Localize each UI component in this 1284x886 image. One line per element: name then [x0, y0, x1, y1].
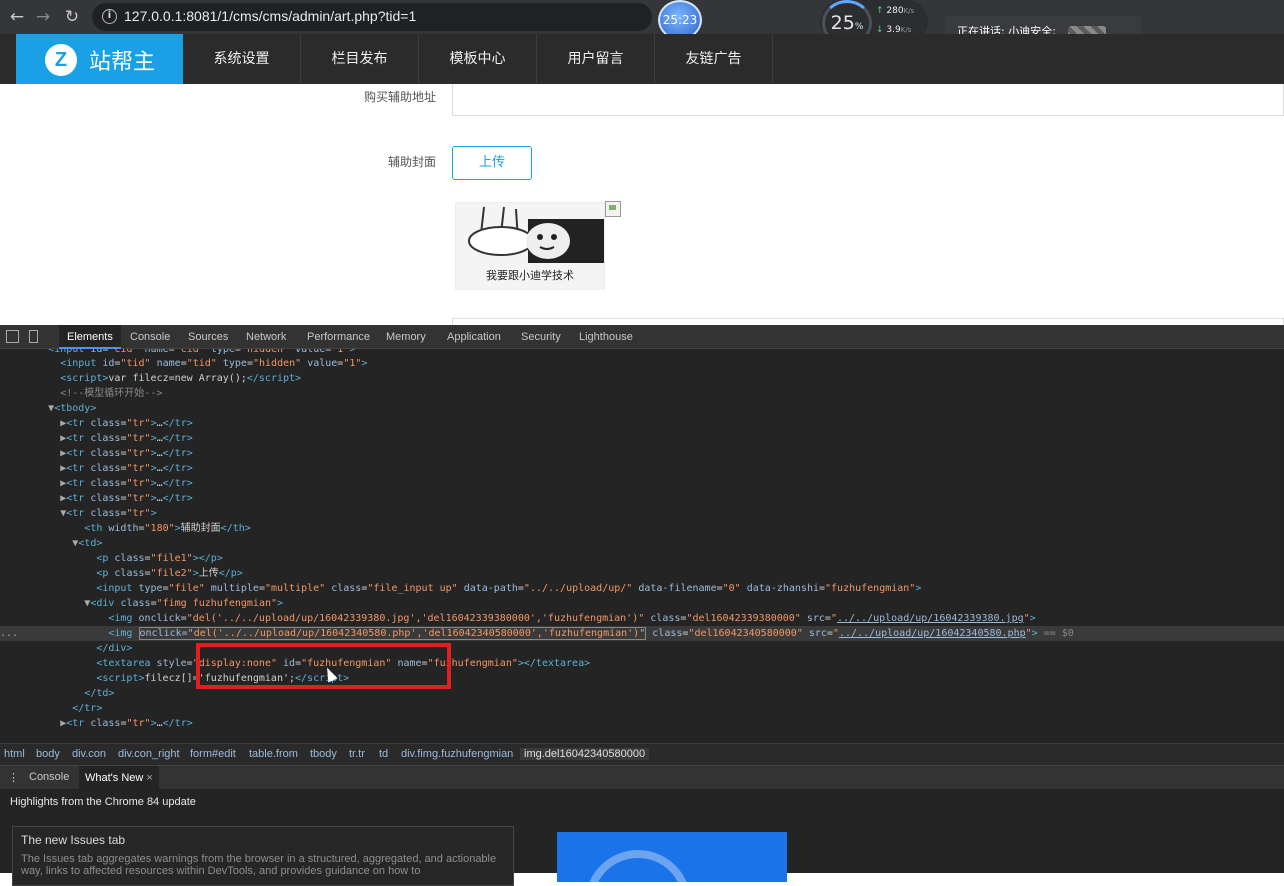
crumb[interactable]: div.fimg.fuzhufengmian	[401, 748, 513, 760]
crumb[interactable]: tbody	[310, 748, 337, 760]
nav-column-publish[interactable]: 栏目发布	[301, 34, 419, 84]
upload-button[interactable]: 上传	[452, 146, 532, 180]
address-bar[interactable]: i 127.0.0.1:8081/1/cms/cms/admin/art.php…	[92, 3, 652, 31]
nav-template-center[interactable]: 模板中心	[419, 34, 537, 84]
dom-line[interactable]: <th width="180">辅助封面</th>	[0, 521, 1284, 536]
devtools-tabbar: Elements Console Sources Network Perform…	[0, 325, 1284, 349]
tab-security[interactable]: Security	[521, 325, 561, 349]
dom-line[interactable]: <script>filecz[]='fuzhufengmian';</scrip…	[0, 671, 1284, 686]
tab-performance[interactable]: Performance	[307, 325, 370, 349]
tab-elements[interactable]: Elements	[59, 325, 121, 349]
crumb[interactable]: form#edit	[190, 748, 236, 760]
dom-line[interactable]: ▶<tr class="tr">…</tr>	[0, 416, 1284, 431]
next-field-input[interactable]	[452, 318, 1284, 325]
tab-memory[interactable]: Memory	[386, 325, 426, 349]
dom-line[interactable]: ▼<div class="fimg fuzhufengmian">	[0, 596, 1284, 611]
crumb[interactable]: td	[379, 748, 388, 760]
devtools-panel: Elements Console Sources Network Perform…	[0, 325, 1284, 886]
dom-line[interactable]: </div>	[0, 641, 1284, 656]
dom-line[interactable]: ▶<tr class="tr">…</tr>	[0, 716, 1284, 731]
dom-line[interactable]: ▶<tr class="tr">…</tr>	[0, 431, 1284, 446]
tab-console[interactable]: Console	[130, 325, 170, 349]
cover-thumbnail[interactable]: 我要跟小迪学技术	[455, 202, 605, 290]
nav-user-messages[interactable]: 用户留言	[537, 34, 655, 84]
inspect-element-icon[interactable]	[6, 330, 19, 343]
drawer-tab-whats-new[interactable]: What's New ×	[79, 766, 159, 790]
upload-speed: ↑ 280K/s	[876, 6, 915, 16]
dom-line[interactable]: <input type="file" multiple="multiple" c…	[0, 581, 1284, 596]
dom-line-selected[interactable]: ... <img onclick="del('../../upload/up/1…	[0, 626, 1284, 641]
tab-network[interactable]: Network	[246, 325, 286, 349]
drawer-menu-icon[interactable]: ⋮	[8, 771, 19, 784]
buy-address-input[interactable]	[452, 84, 1284, 116]
edit-form: 购买辅助地址 辅助封面 上传 我要跟小迪学技术	[0, 84, 1284, 325]
dom-line[interactable]: ▶<tr class="tr">…</tr>	[0, 476, 1284, 491]
dom-tree: <input id="cid" name="cid" type="hidden"…	[0, 349, 1284, 743]
logo-text: 站帮主	[89, 50, 156, 75]
crumb[interactable]: tr.tr	[349, 748, 365, 760]
dom-line[interactable]: ▼<tbody>	[0, 401, 1284, 416]
site-logo[interactable]: Z 站帮主	[16, 34, 183, 84]
main-nav: 系统设置 栏目发布 模板中心 用户留言 友链广告	[183, 34, 773, 84]
tab-sources[interactable]: Sources	[188, 325, 228, 349]
crumb-current[interactable]: img.del16042340580000	[520, 748, 650, 760]
tab-application[interactable]: Application	[447, 325, 501, 349]
crumb[interactable]: html	[4, 748, 25, 760]
dom-line[interactable]: </tr>	[0, 701, 1284, 716]
reload-icon[interactable]: ↻	[61, 6, 83, 28]
dom-line[interactable]: ▼<td>	[0, 536, 1284, 551]
dom-line[interactable]: ▼<tr class="tr">	[0, 506, 1284, 521]
url-text: 127.0.0.1:8081/1/cms/cms/admin/art.php?t…	[124, 8, 417, 24]
dom-line[interactable]: ▶<tr class="tr">…</tr>	[0, 461, 1284, 476]
nav-links-ads[interactable]: 友链广告	[655, 34, 773, 84]
cms-header: Z 站帮主 系统设置 栏目发布 模板中心 用户留言 友链广告	[0, 34, 1284, 84]
dom-line[interactable]: <img onclick="del('../../upload/up/16042…	[0, 611, 1284, 626]
whats-new-heading: Highlights from the Chrome 84 update	[10, 796, 196, 808]
dom-line[interactable]: </td>	[0, 686, 1284, 701]
issues-tab-card[interactable]: The new Issues tab The Issues tab aggreg…	[12, 826, 514, 886]
drawer-tab-console[interactable]: Console	[29, 771, 69, 783]
dom-breadcrumb: html body div.con div.con_right form#edi…	[0, 743, 1284, 765]
nav-system-settings[interactable]: 系统设置	[183, 34, 301, 84]
crumb[interactable]: div.con	[72, 748, 106, 760]
forward-arrow-icon[interactable]: →	[32, 6, 54, 28]
chrome-promo-image	[557, 832, 787, 882]
dom-line[interactable]: <textarea style="display:none" id="fuzhu…	[0, 656, 1284, 671]
logo-icon: Z	[45, 44, 77, 76]
tab-lighthouse[interactable]: Lighthouse	[579, 325, 633, 349]
dom-line[interactable]: <input id="tid" name="tid" type="hidden"…	[0, 356, 1284, 371]
dom-line[interactable]: ▶<tr class="tr">…</tr>	[0, 446, 1284, 461]
crumb[interactable]: body	[36, 748, 60, 760]
broken-image-icon[interactable]	[605, 201, 621, 217]
highlight-box	[196, 643, 451, 689]
crumb[interactable]: div.con_right	[118, 748, 180, 760]
cover-label: 辅助封面	[387, 155, 436, 169]
info-icon[interactable]: i	[102, 9, 117, 24]
back-arrow-icon[interactable]: ←	[6, 6, 28, 28]
dom-line[interactable]: ▶<tr class="tr">…</tr>	[0, 491, 1284, 506]
close-icon: ×	[146, 772, 153, 784]
card-body: The Issues tab aggregates warnings from …	[21, 853, 497, 877]
thumb-caption: 我要跟小迪学技术	[486, 269, 574, 282]
dom-line[interactable]: <!--模型循环开始-->	[0, 386, 1284, 401]
dom-line[interactable]: <p class="file2">上传</p>	[0, 566, 1284, 581]
drawer-tabbar: ⋮ Console What's New ×	[0, 765, 1284, 790]
device-toolbar-icon[interactable]	[29, 330, 38, 343]
dom-line[interactable]: <script>var filecz=new Array();</script>	[0, 371, 1284, 386]
dom-line[interactable]: <p class="file1"></p>	[0, 551, 1284, 566]
card-title: The new Issues tab	[21, 833, 126, 847]
buy-address-label: 购买辅助地址	[363, 90, 436, 104]
crumb[interactable]: table.from	[249, 748, 298, 760]
